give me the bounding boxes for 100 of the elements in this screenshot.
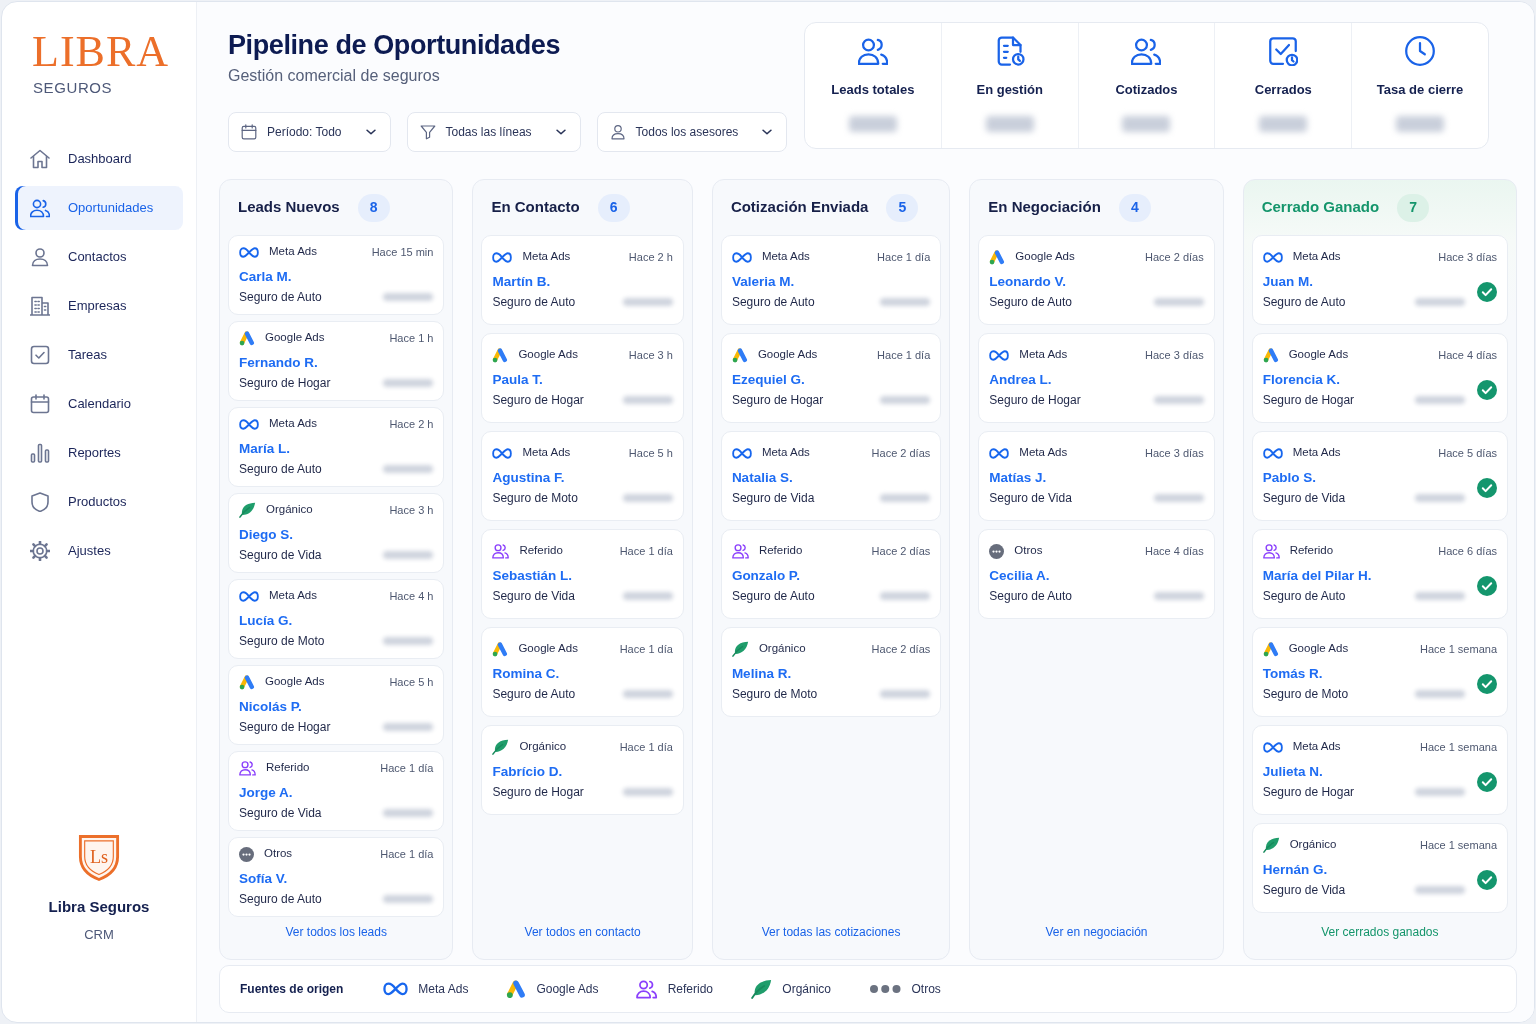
sidebar-item[interactable]: Tareas (15, 332, 183, 377)
dots-icon (869, 984, 902, 994)
source-label: Google Ads (757, 347, 818, 363)
blurred-value (383, 637, 434, 645)
lead-card[interactable]: Orgánico Hace 1 semana Hernán G. Seguro de Vida (1251, 823, 1508, 913)
source-label: Meta Ads (1292, 739, 1341, 755)
source-label: Meta Ads (1292, 249, 1341, 265)
brand-logo: LIBRA (32, 30, 169, 74)
lead-name: Fernando R. (239, 354, 319, 372)
lead-card[interactable]: Google Ads Hace 1 h Fernando R. Seguro de Hogar (228, 321, 445, 401)
lead-card[interactable]: Meta Ads Hace 4 h Lucía G. Seguro de Moto (228, 579, 445, 659)
people-icon (30, 197, 50, 218)
lead-name: Jorge A. (239, 784, 294, 802)
column-title: Cerrado Ganado (1261, 197, 1380, 218)
lead-card[interactable]: Referido Hace 2 días Gonzalo P. Seguro de Auto (720, 529, 942, 619)
blurred-value (880, 690, 931, 698)
blurred-value (985, 115, 1034, 132)
time-label: Hace 3 h (389, 502, 434, 518)
filter-dropdown[interactable]: Período: Todo (228, 112, 391, 152)
lead-card[interactable]: Google Ads Hace 1 semana Tomás R. Seguro de Moto (1251, 627, 1508, 717)
lead-card[interactable]: Meta Ads Hace 5 días Pablo S. Seguro de Vida (1251, 431, 1508, 521)
lead-card[interactable]: Google Ads Hace 1 día Ezequiel G. Seguro de Hogar (720, 333, 942, 423)
insurance-type: Seguro de Hogar (731, 392, 824, 409)
lead-card[interactable]: Google Ads Hace 3 h Paula T. Seguro de Hogar (481, 333, 684, 423)
time-label: Hace 2 días (871, 543, 931, 559)
lead-card[interactable]: Meta Ads Hace 3 días Matías J. Seguro de Vida (978, 431, 1215, 521)
view-all-link[interactable]: Ver cerrados ganados (1321, 917, 1439, 951)
view-all-link[interactable]: Ver todas las cotizaciones (761, 917, 901, 951)
time-label: Hace 6 días (1438, 543, 1497, 559)
blurred-value (383, 379, 434, 387)
time-label: Hace 5 h (389, 674, 434, 690)
lead-card[interactable]: Meta Ads Hace 15 min Carla M. Seguro de Auto (228, 235, 445, 315)
lead-card[interactable]: Google Ads Hace 4 días Florencia K. Seguro de Hogar (1251, 333, 1508, 423)
lead-card[interactable]: Meta Ads Hace 2 días Natalia S. Seguro de Vida (720, 431, 942, 521)
lead-card[interactable]: Otros Hace 1 día Sofía V. Seguro de Auto (228, 837, 445, 917)
lead-card[interactable]: Referido Hace 1 día Jorge A. Seguro de Vida (228, 751, 445, 831)
time-label: Hace 3 días (1438, 249, 1497, 265)
lead-card[interactable]: Google Ads Hace 1 día Romina C. Seguro de Auto (481, 627, 684, 717)
source-label: Referido (758, 543, 803, 559)
filter-dropdown[interactable]: Todos los asesores (596, 112, 788, 152)
filter-dropdown[interactable]: Todas las líneas (406, 112, 581, 152)
insurance-type: Seguro de Auto (1262, 294, 1346, 311)
stat-label: Tasa de cierre (1376, 81, 1464, 99)
lead-card[interactable]: Meta Ads Hace 1 semana Julieta N. Seguro de Hogar (1251, 725, 1508, 815)
time-label: Hace 4 días (1438, 347, 1497, 363)
caret-icon (762, 129, 773, 135)
lead-card[interactable]: Google Ads Hace 5 h Nicolás P. Seguro de Hogar (228, 665, 445, 745)
lead-card[interactable]: Referido Hace 6 días María del Pilar H. Seguro de Auto (1251, 529, 1508, 619)
lead-card[interactable]: Orgánico Hace 2 días Melina R. Seguro de Moto (720, 627, 942, 717)
view-all-link[interactable]: Ver en negociación (1045, 917, 1148, 951)
sidebar-item[interactable]: Contactos (15, 234, 183, 279)
insurance-type: Seguro de Moto (239, 633, 325, 650)
insurance-type: Seguro de Auto (989, 294, 1073, 311)
stat-label: Cotizados (1115, 81, 1178, 99)
time-label: Hace 5 días (1438, 445, 1497, 461)
sidebar-item[interactable]: Oportunidades (15, 185, 183, 230)
infinity-icon (492, 251, 513, 263)
legend-label: Orgánico (782, 981, 831, 998)
lead-card[interactable]: Otros Hace 4 días Cecilia A. Seguro de Auto (978, 529, 1215, 619)
ads-logo-icon (1262, 347, 1279, 363)
lead-card[interactable]: Meta Ads Hace 3 días Andrea L. Seguro de Hogar (978, 333, 1215, 423)
lead-card[interactable]: Meta Ads Hace 2 h Martín B. Seguro de Auto (481, 235, 684, 325)
lead-card[interactable]: Referido Hace 1 día Sebastián L. Seguro de Vida (481, 529, 684, 619)
lead-card[interactable]: Meta Ads Hace 3 días Juan M. Seguro de Auto (1251, 235, 1508, 325)
sidebar-item[interactable]: Dashboard (15, 136, 183, 181)
view-all-link[interactable]: Ver todos los leads (285, 917, 387, 951)
people-icon (1262, 543, 1280, 559)
infinity-icon (989, 447, 1010, 459)
leaf-icon (492, 739, 510, 755)
lead-card[interactable]: Orgánico Hace 1 día Fabrício D. Seguro de Hogar (481, 725, 684, 815)
blurred-value (1259, 115, 1308, 132)
lead-card[interactable]: Meta Ads Hace 1 día Valeria M. Seguro de Auto (720, 235, 942, 325)
lead-card[interactable]: Meta Ads Hace 2 h María L. Seguro de Auto (228, 407, 445, 487)
source-label: Referido (519, 543, 563, 559)
brand-tagline: SEGUROS (33, 78, 113, 98)
blurred-value (622, 690, 673, 698)
sidebar-item[interactable]: Ajustes (15, 528, 183, 573)
lead-card[interactable]: Google Ads Hace 2 días Leonardo V. Seguro de Auto (978, 235, 1215, 325)
insurance-type: Seguro de Auto (239, 891, 322, 908)
lead-card[interactable]: Meta Ads Hace 5 h Agustina F. Seguro de Moto (481, 431, 684, 521)
legend-label: Meta Ads (418, 981, 469, 998)
sidebar-item[interactable]: Empresas (15, 283, 183, 328)
time-label: Hace 1 día (619, 543, 673, 559)
people-icon (239, 760, 256, 776)
lead-name: Hernán G. (1262, 861, 1329, 879)
insurance-type: Seguro de Vida (239, 547, 322, 564)
sidebar-item[interactable]: Productos (15, 479, 183, 524)
source-label: Meta Ads (1292, 445, 1341, 461)
lead-card[interactable]: Orgánico Hace 3 h Diego S. Seguro de Vida (228, 493, 445, 573)
time-label: Hace 2 días (871, 641, 931, 657)
source-label: Orgánico (1289, 837, 1337, 853)
blurred-value (1415, 886, 1465, 894)
sidebar-item[interactable]: Calendario (15, 381, 183, 426)
source-label: Referido (266, 760, 310, 776)
sidebar-item[interactable]: Reportes (15, 430, 183, 475)
insurance-type: Seguro de Hogar (492, 392, 584, 409)
blurred-value (1153, 592, 1204, 600)
view-all-link[interactable]: Ver todos en contacto (524, 917, 641, 951)
more-dots-icon (239, 846, 254, 862)
blurred-value (383, 465, 434, 473)
